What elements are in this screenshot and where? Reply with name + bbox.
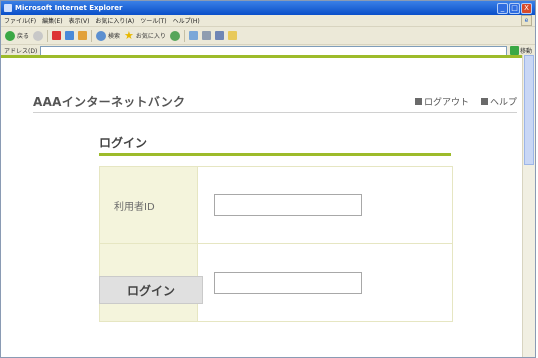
address-label: アドレス(D) (4, 48, 38, 55)
menu-file[interactable]: ファイル(F) (4, 16, 36, 25)
history-icon[interactable] (188, 31, 198, 40)
ie-app-icon (4, 4, 12, 12)
help-link[interactable]: ヘルプ (480, 95, 517, 108)
favorites-button[interactable]: ★ お気に入り (124, 28, 166, 42)
login-heading: ログイン (99, 136, 148, 150)
go-button[interactable]: 移動 (509, 46, 532, 55)
window-controls: _ □ X (497, 2, 532, 14)
logout-link-label: ログアウト (423, 97, 469, 108)
help-icon (480, 97, 488, 105)
site-header: AAAインターネットバンク ログアウト ヘルプ (33, 91, 517, 111)
toolbar-separator (183, 29, 185, 42)
form-row-user-id: 利用者ID (100, 167, 452, 244)
user-id-cell (198, 167, 452, 243)
forward-arrow-icon (33, 30, 44, 41)
login-heading-underline (99, 153, 451, 156)
search-button[interactable]: 検索 (96, 30, 121, 41)
home-icon[interactable] (78, 31, 88, 40)
password-input[interactable] (214, 271, 362, 294)
close-button[interactable]: X (521, 2, 532, 14)
maximize-button[interactable]: □ (509, 2, 520, 14)
back-arrow-icon (5, 30, 15, 41)
header-divider (33, 112, 517, 113)
title-bar: Microsoft Internet Explorer _ □ X (1, 1, 535, 15)
user-id-label: 利用者ID (100, 167, 198, 243)
go-arrow-icon (509, 46, 519, 55)
menu-help[interactable]: ヘルプ(H) (173, 16, 200, 25)
search-button-label: 検索 (108, 33, 121, 40)
password-cell (198, 244, 452, 321)
vertical-scrollbar[interactable] (522, 55, 535, 357)
help-link-label: ヘルプ (489, 97, 517, 108)
media-icon[interactable] (169, 30, 180, 41)
toolbar-separator (91, 29, 93, 42)
go-button-label: 移動 (519, 48, 532, 55)
mail-icon[interactable] (201, 31, 211, 40)
menu-favorites[interactable]: お気に入り(A) (95, 16, 134, 25)
favorites-button-label: お気に入り (135, 33, 166, 40)
browser-window: Microsoft Internet Explorer _ □ X ファイル(F… (0, 0, 536, 358)
user-id-input[interactable] (214, 194, 362, 216)
toolbar: 戻る 検索 ★ お気に入り (1, 27, 535, 45)
login-button[interactable]: ログイン (99, 276, 203, 304)
print-icon[interactable] (214, 31, 224, 40)
minimize-button[interactable]: _ (497, 2, 508, 14)
search-icon (96, 30, 107, 41)
scrollbar-thumb[interactable] (524, 55, 534, 165)
header-links: ログアウト ヘルプ (414, 95, 517, 108)
stop-icon[interactable] (52, 31, 62, 40)
menu-view[interactable]: 表示(V) (69, 16, 90, 25)
folder-icon[interactable] (227, 31, 237, 40)
back-button-label: 戻る (17, 33, 30, 40)
refresh-icon[interactable] (65, 31, 75, 40)
logout-link[interactable]: ログアウト (414, 95, 469, 108)
window-title: Microsoft Internet Explorer (15, 4, 123, 12)
page-content: AAAインターネットバンク ログアウト ヘルプ ログイン 利用者ID ログイン (1, 55, 535, 357)
star-icon: ★ (124, 28, 134, 42)
menu-edit[interactable]: 編集(E) (42, 16, 62, 25)
address-input[interactable] (40, 45, 507, 56)
windows-logo-icon: e (521, 15, 532, 26)
page-top-accent (1, 55, 535, 58)
toolbar-separator (47, 29, 49, 42)
bank-logo: AAAインターネットバンク (33, 94, 186, 109)
back-button[interactable]: 戻る (5, 30, 30, 41)
logout-icon (414, 97, 422, 105)
menu-bar: ファイル(F) 編集(E) 表示(V) お気に入り(A) ツール(T) ヘルプ(… (1, 15, 535, 27)
forward-button[interactable] (33, 30, 44, 41)
menu-tools[interactable]: ツール(T) (140, 16, 166, 25)
